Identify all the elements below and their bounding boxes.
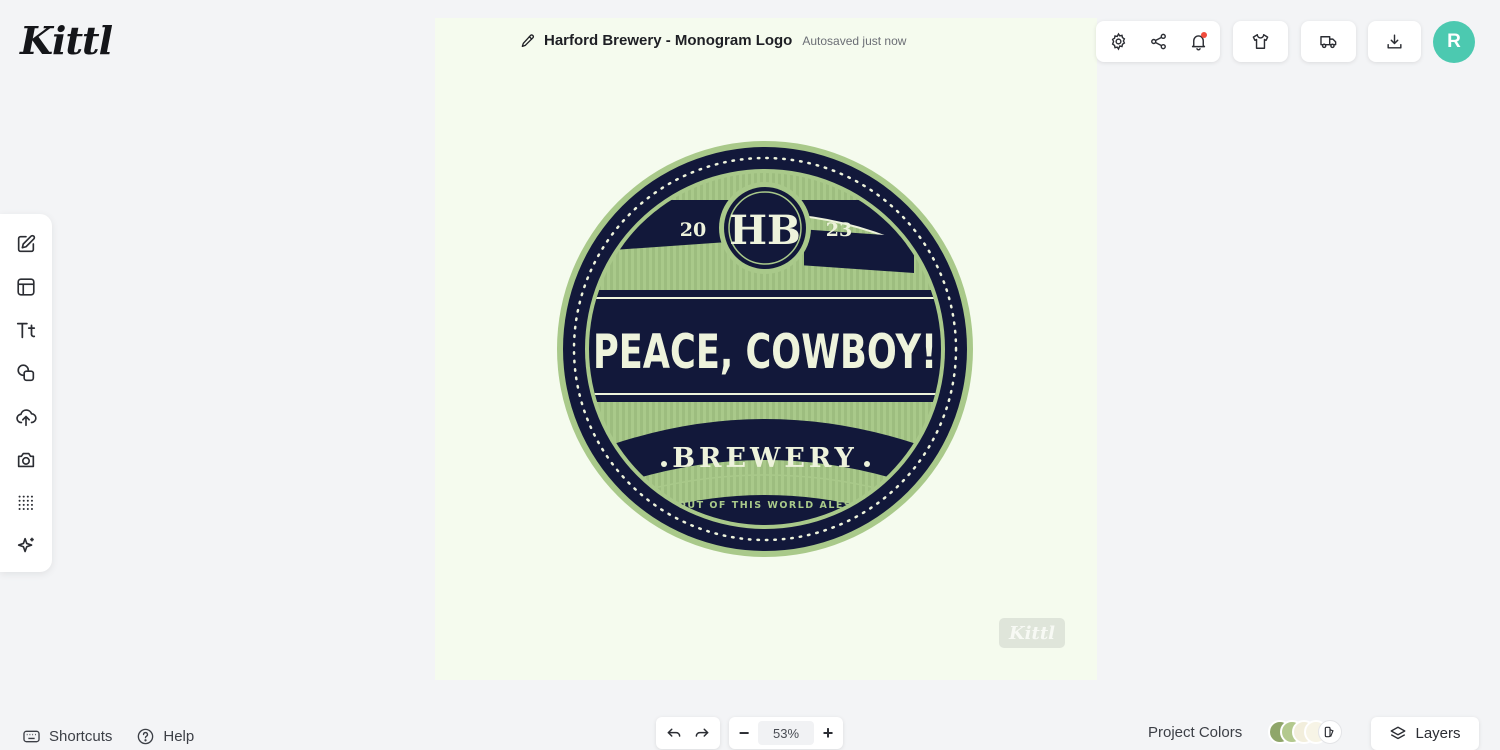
shortcuts-label: Shortcuts [49,728,113,745]
edit-colors-button[interactable] [1318,720,1343,744]
pencil-icon[interactable] [520,33,536,49]
project-color-swatches[interactable] [1268,718,1348,746]
templates-icon [17,278,35,296]
shortcuts-button[interactable]: Shortcuts [22,727,112,746]
help-label: Help [163,728,195,745]
camera-icon [17,452,35,468]
document-title-bar: Harford Brewery - Monogram Logo Autosave… [520,32,906,49]
delivery-truck-icon [1320,36,1337,49]
headline-text: PEACE, COWBOY! [593,325,937,380]
download-button[interactable] [1368,21,1421,62]
layers-button[interactable]: Layers [1371,717,1479,750]
kittl-logo[interactable]: Kittl [20,18,113,63]
keyboard-icon [23,730,40,743]
notifications-button[interactable] [1178,21,1218,62]
undo-icon[interactable] [665,724,683,742]
text-tool-button[interactable] [8,313,44,348]
subhead-text: BREWERY [672,443,858,474]
templates-tool-button[interactable] [8,269,44,304]
edit-icon [17,234,36,252]
print-delivery-button[interactable] [1301,21,1356,62]
year-left-text: 20 [680,219,706,241]
year-right-text: 23 [826,219,852,241]
project-colors: Project Colors [1148,718,1348,746]
text-icon [16,322,36,339]
layers-icon [1391,726,1406,739]
pattern-grid-icon [18,495,33,511]
shapes-icon [17,364,35,382]
upload-tool-button[interactable] [8,399,44,434]
zoom-out-button[interactable]: − [735,723,753,743]
photos-tool-button[interactable] [8,442,44,477]
kittl-watermark: Kittl [999,618,1065,648]
download-icon [1387,34,1402,49]
help-icon [138,728,154,745]
brewery-badge-artwork[interactable]: HB 20 23 PEACE, COWBOY! BREWERY OUT OF T… [556,140,974,558]
share-button[interactable] [1138,21,1178,62]
notification-dot [1201,32,1207,38]
settings-button[interactable] [1098,21,1138,62]
ai-tool-button[interactable] [8,529,44,564]
zoom-in-button[interactable]: + [819,723,837,743]
share-icon [1150,33,1166,50]
layers-label: Layers [1415,725,1461,742]
palette-edit-icon [1324,726,1334,738]
merch-button[interactable] [1233,21,1288,62]
tagline-text: OUT OF THIS WORLD ALES [678,500,852,511]
help-button[interactable]: Help [136,727,194,746]
history-controls [656,717,720,749]
user-avatar[interactable]: R [1433,21,1475,63]
left-toolbar [0,214,52,572]
autosave-status: Autosaved just now [802,33,907,48]
zoom-level[interactable]: 53% [758,721,814,745]
zoom-controls: − 53% + [729,717,843,749]
upload-icon [16,408,37,426]
document-title[interactable]: Harford Brewery - Monogram Logo [544,32,792,49]
monogram-text: HB [729,207,801,254]
ai-sparkle-icon [17,538,34,553]
project-colors-label: Project Colors [1148,723,1243,741]
bottom-left-links: Shortcuts Help [22,727,218,746]
redo-icon[interactable] [693,724,711,742]
edit-tool-button[interactable] [8,226,44,261]
settings-icon [1111,32,1125,51]
canvas-actions-group [1096,21,1220,62]
patterns-tool-button[interactable] [8,486,44,521]
tshirt-icon [1252,34,1269,49]
shapes-tool-button[interactable] [8,356,44,391]
